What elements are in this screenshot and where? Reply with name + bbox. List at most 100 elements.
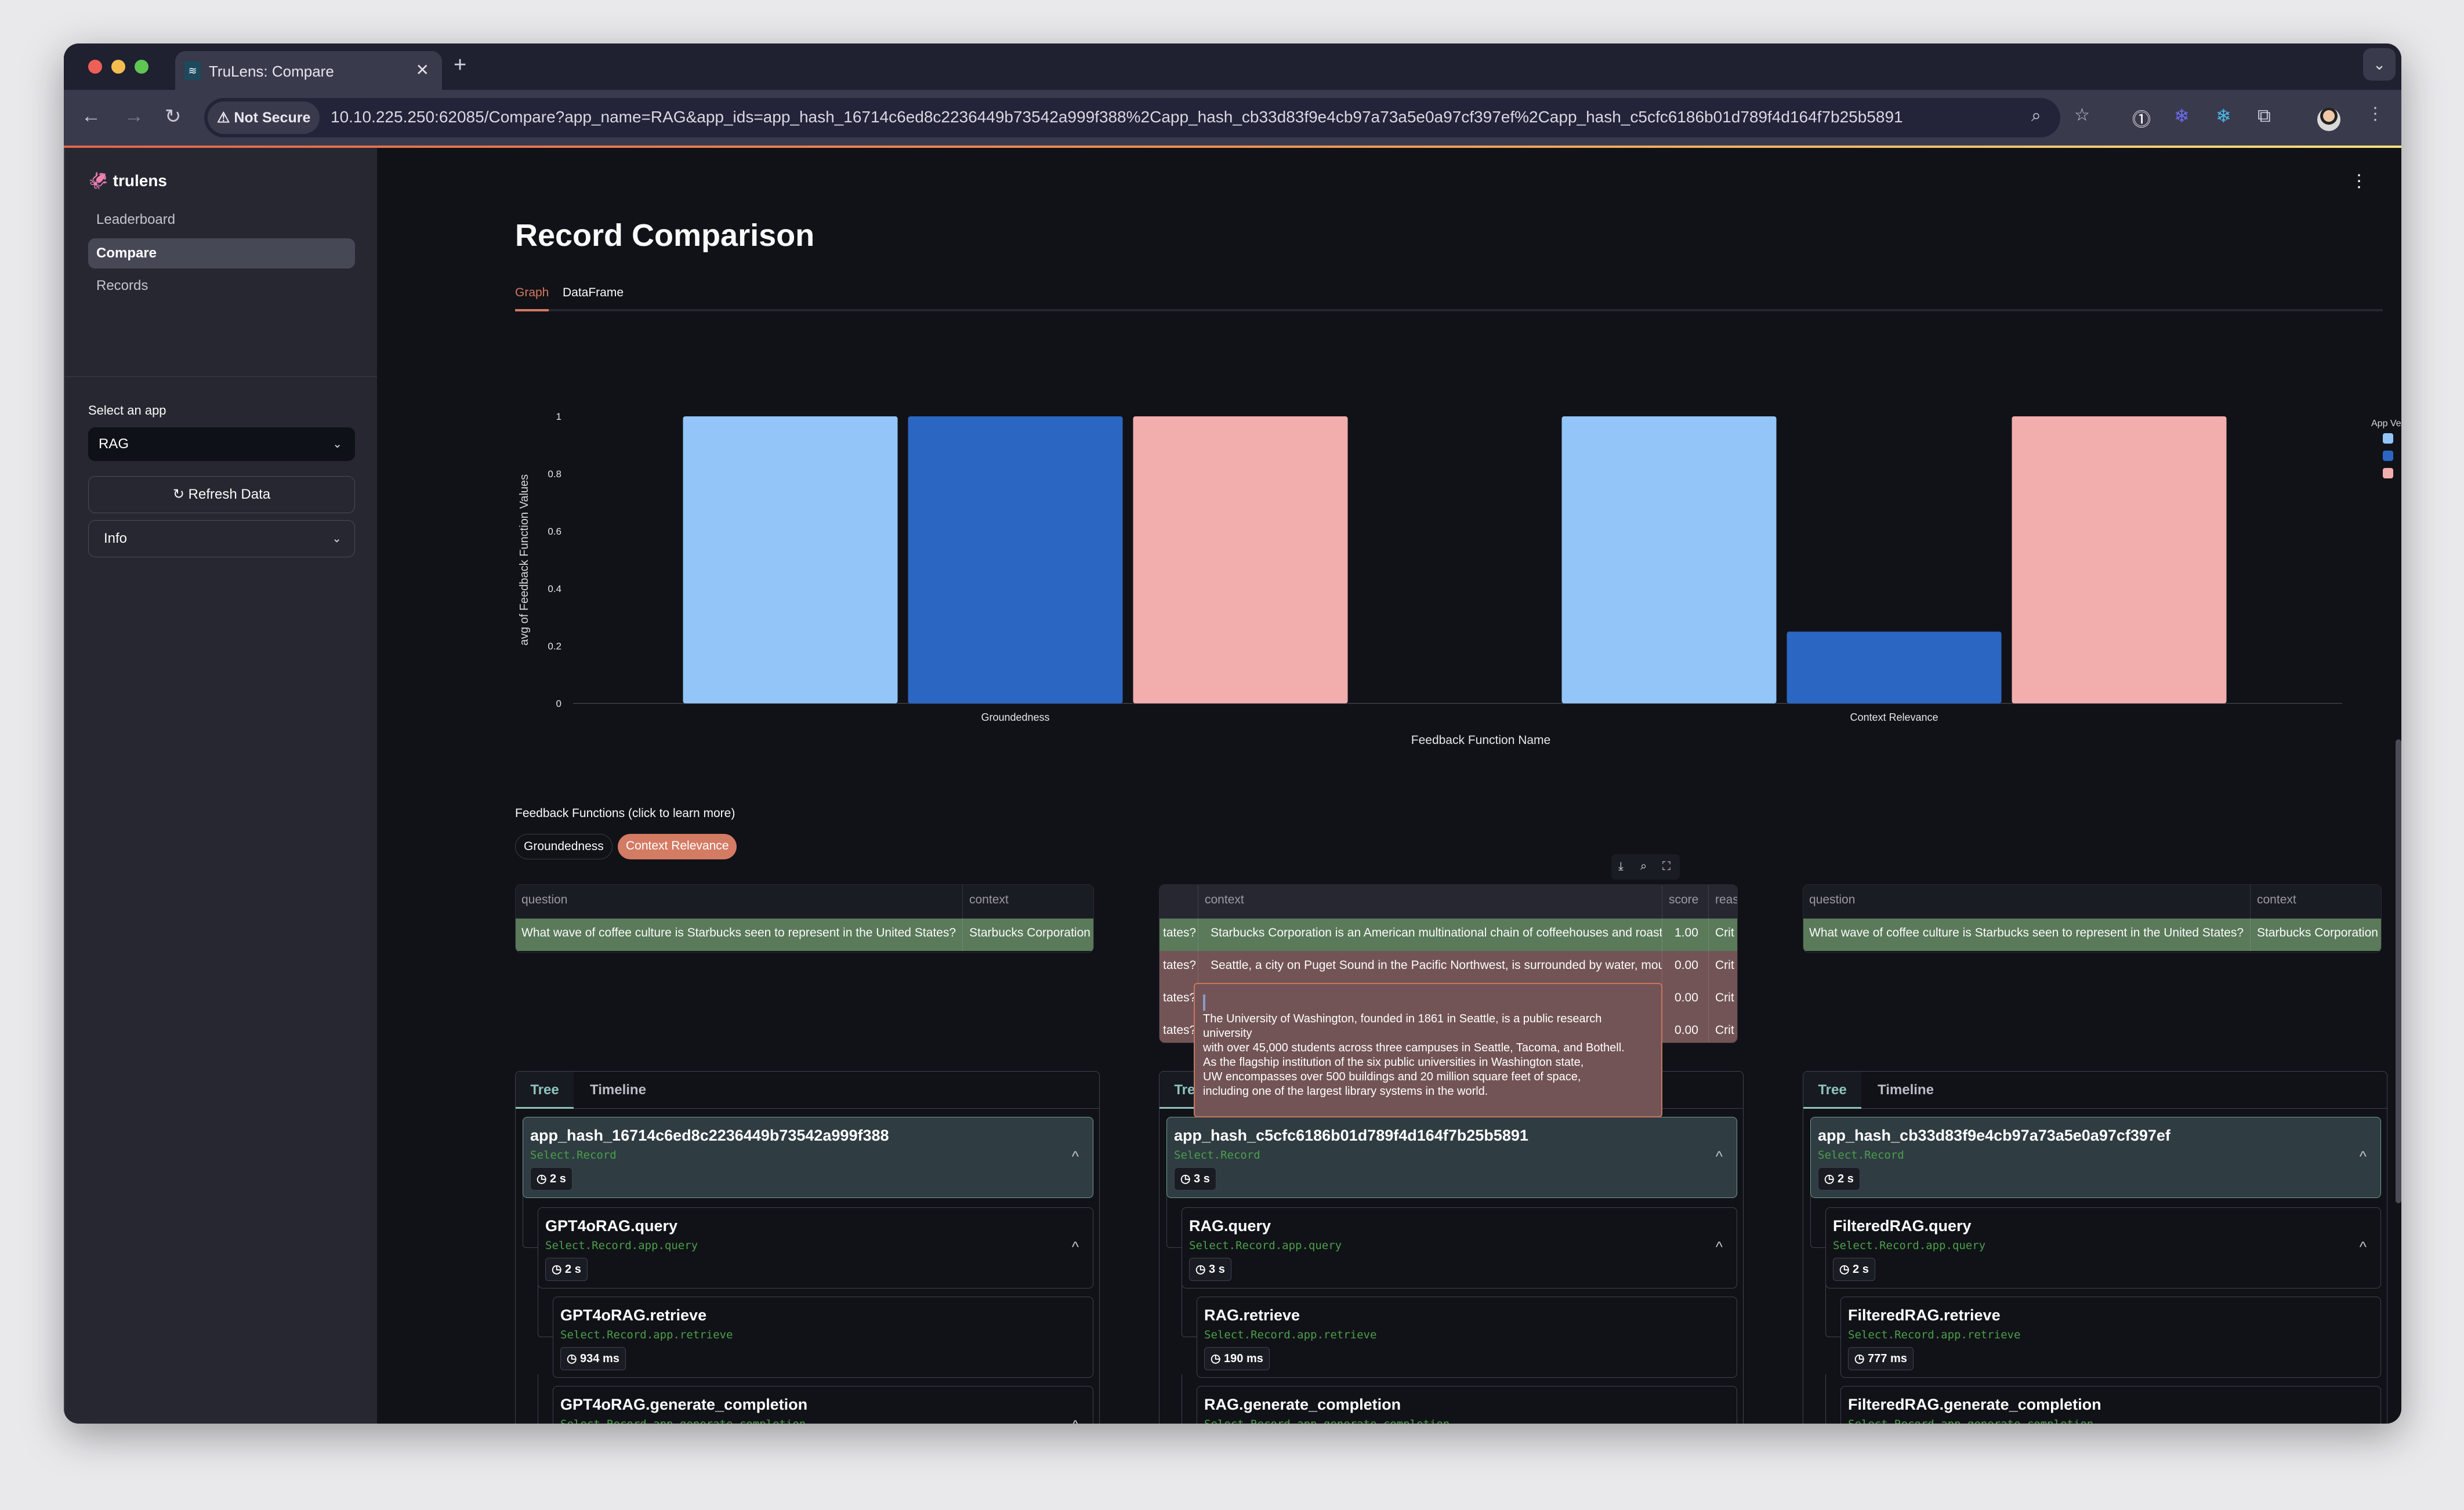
search-icon[interactable]: ⌕: [1640, 860, 1647, 873]
duration-value: 777 ms: [1868, 1352, 1907, 1365]
chevron-up-icon[interactable]: ^: [2360, 1148, 2367, 1166]
sidebar-item-compare[interactable]: Compare: [88, 238, 355, 268]
reload-icon[interactable]: ↻: [165, 105, 182, 128]
node-selector-path: Select.Record.app.retrieve: [1204, 1328, 1377, 1341]
chevron-up-icon[interactable]: ^: [1716, 1148, 1723, 1166]
maximize-window-button[interactable]: [135, 60, 148, 74]
not-secure-badge[interactable]: ⚠ Not Secure: [208, 101, 320, 134]
trace-node[interactable]: FilteredRAG.generate_completion Select.Re…: [1840, 1386, 2381, 1424]
trace-node[interactable]: FilteredRAG.query Select.Record.app.query…: [1825, 1207, 2381, 1288]
cell-context: Starbucks Corporation: [2257, 926, 2378, 939]
duration-value: 3 s: [1209, 1263, 1225, 1276]
node-selector-path: Select.Record: [1174, 1149, 1260, 1161]
pill-context-relevance[interactable]: Context Relevance: [618, 834, 737, 859]
download-icon[interactable]: ⤓: [1618, 860, 1624, 873]
y-tick-label: 0.2: [548, 641, 561, 652]
chevron-up-icon[interactable]: ^: [1716, 1238, 1723, 1256]
profile-avatar[interactable]: [2317, 108, 2340, 131]
tab-timeline[interactable]: Timeline: [590, 1081, 646, 1099]
snowflake-extension-icon[interactable]: ❄: [2174, 105, 2190, 127]
clock-icon: ◷: [567, 1352, 581, 1365]
chevron-up-icon[interactable]: ^: [1072, 1238, 1079, 1256]
fullscreen-icon[interactable]: ⛶: [1662, 860, 1671, 873]
chevron-up-icon[interactable]: ^: [1072, 1417, 1079, 1424]
trulens-logo: 🦑 trulens: [88, 172, 168, 190]
sidebar-item-leaderboard[interactable]: Leaderboard: [88, 205, 355, 235]
main-area: ⋮ Record Comparison Graph DataFrame 0 0.2…: [377, 148, 2401, 1424]
info-expander[interactable]: Info ⌄: [88, 520, 355, 557]
trace-node[interactable]: FilteredRAG.retrieve Select.Record.app.re…: [1840, 1297, 2381, 1378]
tree-connector: [523, 1196, 538, 1248]
close-window-button[interactable]: [88, 60, 102, 74]
node-selector-path: Select.Record.app.query: [545, 1239, 698, 1252]
tab-timeline[interactable]: Timeline: [1878, 1081, 1934, 1099]
legend-title: App Version: [2371, 419, 2401, 429]
table-row[interactable]: What wave of coffee culture is Starbucks…: [516, 919, 1093, 951]
cell-question: tates?: [1163, 959, 1195, 972]
column-header-question[interactable]: question: [516, 893, 962, 907]
browser-tab[interactable]: ≋ TruLens: Compare ✕: [175, 51, 442, 90]
new-tab-icon[interactable]: +: [454, 53, 466, 78]
snowflake-alt-extension-icon[interactable]: ❄: [2216, 105, 2231, 127]
pill-groundedness[interactable]: Groundedness: [515, 834, 613, 859]
chevron-up-icon[interactable]: ^: [2360, 1238, 2367, 1256]
column-header-context[interactable]: context: [963, 893, 1091, 907]
page-scrollbar[interactable]: [2396, 739, 2401, 1203]
select-app-dropdown[interactable]: RAG ⌄: [88, 427, 355, 461]
column-header-question[interactable]: question: [1803, 893, 2250, 907]
cell-context: Seattle, a city on Puget Sound in the Pa…: [1211, 959, 1662, 972]
node-selector-path: Select.Record.app.generate_completion: [1848, 1418, 2093, 1424]
sidebar-item-records[interactable]: Records: [88, 271, 355, 301]
cell-context: Starbucks Corporation: [969, 926, 1090, 939]
minimize-window-button[interactable]: [111, 60, 125, 74]
cell-score: 1.00: [1675, 926, 1698, 939]
close-tab-icon[interactable]: ✕: [416, 60, 429, 79]
table-row[interactable]: tates? Seattle, a city on Puget Sound in…: [1159, 951, 1737, 983]
refresh-data-button[interactable]: ↻ Refresh Data: [88, 476, 355, 513]
tab-dataframe[interactable]: DataFrame: [563, 286, 624, 300]
trace-node[interactable]: app_hash_16714c6ed8c2236449b73542a999f38…: [523, 1117, 1093, 1198]
bar-base-context-relevance: [1787, 631, 2002, 703]
tab-graph[interactable]: Graph: [515, 286, 549, 300]
page-menu-icon[interactable]: ⋮: [2350, 171, 2368, 191]
bar-base-groundedness: [908, 416, 1123, 703]
y-tick-label: 1: [556, 411, 561, 422]
tab-search-chevron-icon[interactable]: ⌄: [2363, 48, 2396, 81]
url-text[interactable]: 10.10.225.250:62085/Compare?app_name=RAG…: [331, 108, 2007, 126]
chevron-up-icon[interactable]: ^: [1072, 1148, 1079, 1166]
bookmark-star-icon[interactable]: ☆: [2074, 105, 2090, 125]
trace-node[interactable]: RAG.generate_completion Select.Record.app…: [1197, 1386, 1737, 1424]
table-row[interactable]: What wave of coffee culture is Starbucks…: [1803, 919, 2381, 951]
zoom-magnifier-icon[interactable]: ⌕: [2031, 106, 2041, 126]
trace-node[interactable]: app_hash_c5cfc6186b01d789f4d164f7b25b589…: [1166, 1117, 1737, 1198]
table-row[interactable]: tates? Starbucks Corporation is an Ameri…: [1159, 919, 1737, 951]
trace-node[interactable]: RAG.query Select.Record.app.query ◷ 3 s ^: [1182, 1207, 1737, 1288]
back-arrow-icon[interactable]: ←: [81, 105, 101, 128]
records-table-1[interactable]: question context What wave of coffee cul…: [515, 884, 1094, 953]
table-toolbar: ⤓ ⌕ ⛶: [1611, 854, 1680, 880]
trace-node[interactable]: app_hash_cb33d83f9e4cb97a73a5e0a97cf397e…: [1810, 1117, 2381, 1198]
records-table-3[interactable]: question context What wave of coffee cul…: [1803, 884, 2382, 953]
extensions-puzzle-icon[interactable]: ⧉: [2258, 105, 2271, 127]
node-title: FilteredRAG.query: [1833, 1217, 1972, 1235]
column-header-reason[interactable]: reas: [1709, 893, 1737, 907]
column-header-context[interactable]: context: [2251, 893, 2379, 907]
password-manager-extension-icon[interactable]: ⓵: [2132, 105, 2151, 132]
node-title: RAG.query: [1189, 1217, 1271, 1235]
trace-node[interactable]: RAG.retrieve Select.Record.app.retrieve ◷ …: [1197, 1297, 1737, 1378]
column-header-context[interactable]: context: [1199, 893, 1663, 907]
column-header-score[interactable]: score: [1663, 893, 1708, 907]
duration-badge: ◷ 3 s: [1189, 1258, 1231, 1281]
tab-tree[interactable]: Tree: [1803, 1072, 1861, 1109]
node-selector-path: Select.Record.app.retrieve: [1848, 1328, 2021, 1341]
trace-node[interactable]: GPT4oRAG.generate_completion Select.Recor…: [553, 1386, 1093, 1424]
url-omnibox[interactable]: ⚠ Not Secure 10.10.225.250:62085/Compare…: [204, 98, 2060, 137]
node-title: app_hash_16714c6ed8c2236449b73542a999f38…: [530, 1127, 889, 1144]
forward-arrow-icon[interactable]: →: [124, 105, 144, 128]
trace-tree-panel: Tree Timeline app_hash_cb33d83f9e4cb97a73a…: [1803, 1071, 2387, 1424]
duration-value: 2 s: [565, 1263, 581, 1276]
trace-node[interactable]: GPT4oRAG.query Select.Record.app.query ◷ 2…: [538, 1207, 1093, 1288]
browser-menu-icon[interactable]: ⋮: [2367, 104, 2384, 124]
tab-tree[interactable]: Tree: [516, 1072, 574, 1109]
trace-node[interactable]: GPT4oRAG.retrieve Select.Record.app.retri…: [553, 1297, 1093, 1378]
